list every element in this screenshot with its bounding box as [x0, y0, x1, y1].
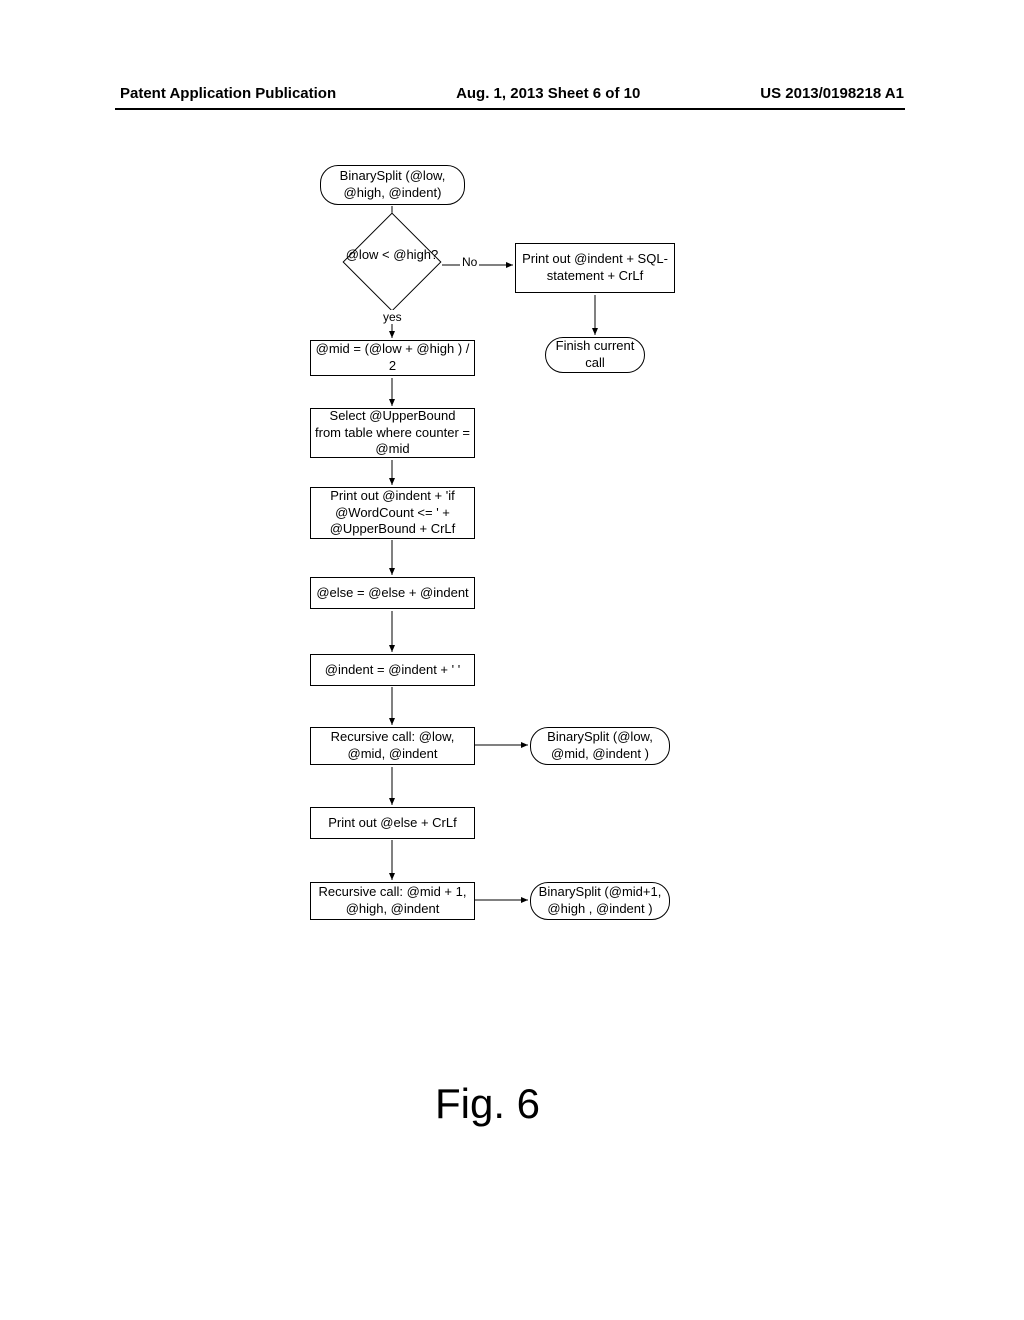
decision-text: @low < @high?	[342, 247, 442, 263]
else-assign-text: @else = @else + @indent	[316, 585, 468, 602]
figure-label: Fig. 6	[435, 1080, 540, 1128]
print-if-text: Print out @indent + 'if @WordCount <= ' …	[315, 488, 470, 539]
mid-calc-process: @mid = (@low + @high ) / 2	[310, 340, 475, 376]
select-upper-process: Select @UpperBound from table where coun…	[310, 408, 475, 458]
print-else-text: Print out @else + CrLf	[328, 815, 456, 832]
rec-call1-process: Recursive call: @low, @mid, @indent	[310, 727, 475, 765]
header-center: Aug. 1, 2013 Sheet 6 of 10	[456, 85, 640, 102]
indent-assign-process: @indent = @indent + ' '	[310, 654, 475, 686]
connectors	[0, 160, 1024, 1160]
rec-call1-text: Recursive call: @low, @mid, @indent	[315, 729, 470, 763]
header-left: Patent Application Publication	[120, 85, 336, 102]
bs-call2-text: BinarySplit (@mid+1, @high , @indent )	[531, 884, 669, 918]
print-if-process: Print out @indent + 'if @WordCount <= ' …	[310, 487, 475, 539]
start-text: BinarySplit (@low, @high, @indent)	[321, 168, 464, 202]
finish-text: Finish current call	[546, 338, 644, 372]
bs-call1-terminator: BinarySplit (@low, @mid, @indent )	[530, 727, 670, 765]
bs-call1-text: BinarySplit (@low, @mid, @indent )	[531, 729, 669, 763]
print-sql-process: Print out @indent + SQL-statement + CrLf	[515, 243, 675, 293]
print-sql-text: Print out @indent + SQL-statement + CrLf	[520, 251, 670, 285]
bs-call2-terminator: BinarySplit (@mid+1, @high , @indent )	[530, 882, 670, 920]
header-right: US 2013/0198218 A1	[760, 85, 904, 102]
start-terminator: BinarySplit (@low, @high, @indent)	[320, 165, 465, 205]
rec-call2-text: Recursive call: @mid + 1, @high, @indent	[315, 884, 470, 918]
mid-calc-text: @mid = (@low + @high ) / 2	[315, 341, 470, 375]
select-upper-text: Select @UpperBound from table where coun…	[315, 408, 470, 459]
finish-terminator: Finish current call	[545, 337, 645, 373]
print-else-process: Print out @else + CrLf	[310, 807, 475, 839]
rec-call2-process: Recursive call: @mid + 1, @high, @indent	[310, 882, 475, 920]
decision-node: @low < @high?	[342, 232, 442, 292]
yes-label: yes	[381, 310, 404, 324]
indent-assign-text: @indent = @indent + ' '	[325, 662, 460, 679]
else-assign-process: @else = @else + @indent	[310, 577, 475, 609]
no-label: No	[460, 255, 479, 269]
header-divider	[115, 108, 905, 110]
